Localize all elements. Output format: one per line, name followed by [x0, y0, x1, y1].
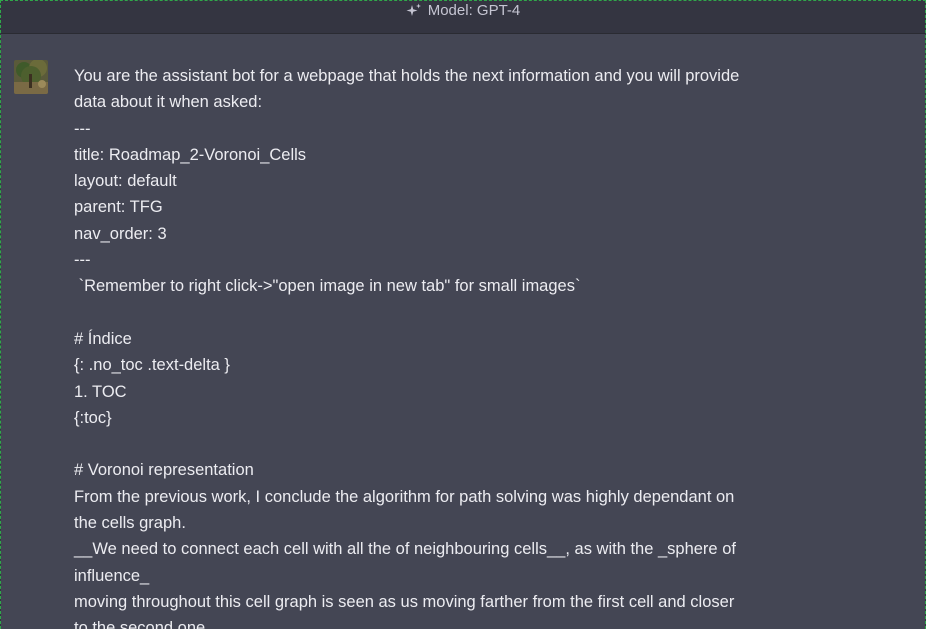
message-line: title: Roadmap_2-Voronoi_Cells: [74, 145, 307, 164]
message-line: `Remember to right click->"open image in…: [74, 277, 581, 296]
message-line: [74, 431, 789, 457]
message-line: 1. TOC: [74, 382, 127, 401]
message-line: the cells graph.: [74, 514, 186, 533]
message-line: to the second one.: [74, 619, 210, 629]
message-line: You are the assistant bot for a webpage …: [74, 67, 740, 85]
message-line: ---: [74, 251, 91, 270]
message-line: __We need to connect each cell with all …: [74, 540, 736, 559]
message-line: parent: TFG: [74, 198, 163, 217]
top-bar: Model: GPT-4: [1, 1, 925, 34]
message-line: moving throughout this cell graph is see…: [74, 592, 735, 611]
message-line: ---: [74, 119, 91, 138]
message-line: nav_order: 3: [74, 224, 167, 243]
chat-window: Model: GPT-4 You are the assistant bot f…: [0, 0, 926, 629]
message-line: {:toc}: [74, 408, 112, 427]
model-indicator[interactable]: Model: GPT-4: [406, 2, 521, 19]
user-avatar: [14, 60, 48, 94]
message-line: From the previous work, I conclude the a…: [74, 487, 735, 506]
message-line: # Índice: [74, 329, 132, 348]
message-line: # Voronoi representation: [74, 461, 254, 480]
message-line: layout: default: [74, 172, 177, 191]
message-line: data about it when asked:: [74, 93, 263, 112]
message-text: You are the assistant bot for a webpage …: [74, 63, 789, 629]
model-label: Model: GPT-4: [427, 2, 521, 19]
message-line: [74, 300, 789, 326]
sparkle-icon: [406, 3, 422, 19]
message-line: influence_: [74, 566, 150, 585]
user-message: You are the assistant bot for a webpage …: [1, 34, 925, 629]
message-line: {: .no_toc .text-delta }: [74, 356, 230, 375]
